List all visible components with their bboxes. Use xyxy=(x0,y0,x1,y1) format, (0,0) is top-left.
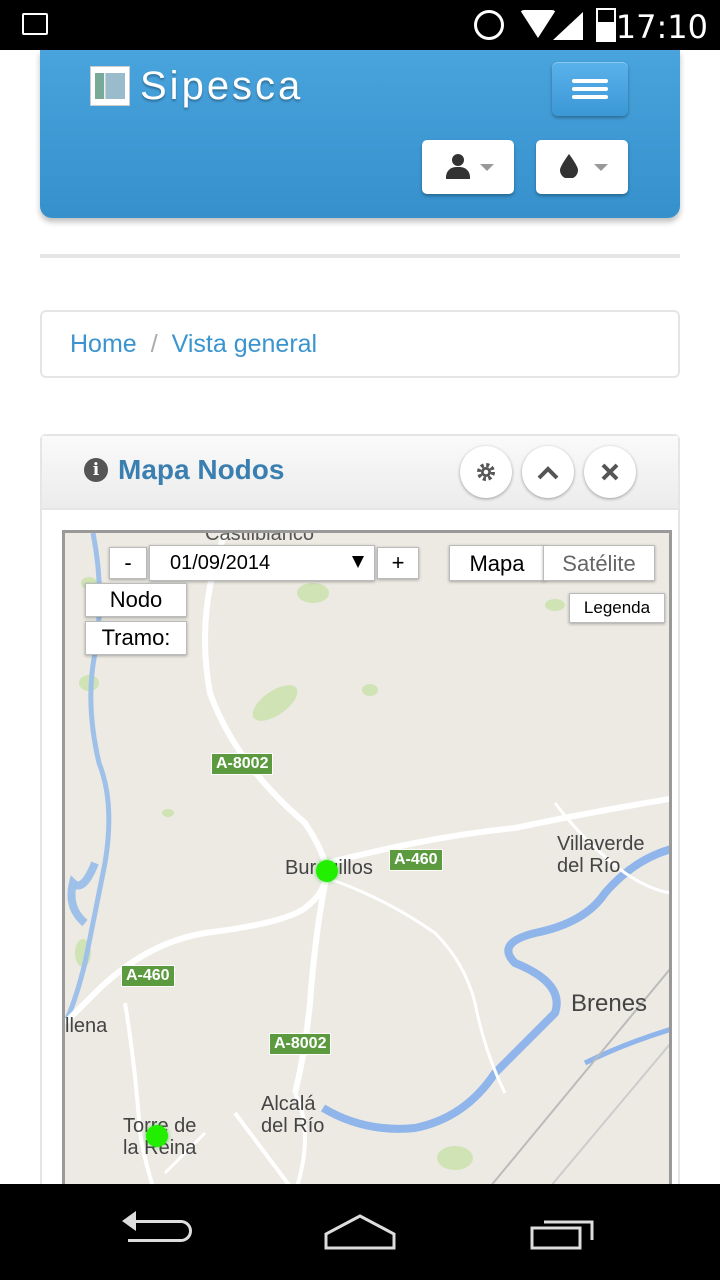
caret-down-icon xyxy=(594,164,608,171)
hamburger-icon xyxy=(572,95,608,99)
home-icon[interactable] xyxy=(324,1212,396,1252)
brand-name[interactable]: Sipesca xyxy=(140,64,303,109)
breadcrumb-home-link[interactable]: Home xyxy=(70,330,137,358)
map-label-alcala: Alcalá del Río xyxy=(261,1093,325,1137)
chevron-up-icon xyxy=(537,466,559,480)
road-badge: A-460 xyxy=(121,965,175,987)
map-label-brenes: Brenes xyxy=(571,990,648,1017)
caret-down-icon xyxy=(480,164,494,171)
divider xyxy=(40,254,680,258)
close-icon xyxy=(601,463,619,481)
status-time: 17:10 xyxy=(615,8,708,46)
date-next-button[interactable]: + xyxy=(377,547,419,579)
breadcrumb-current[interactable]: Vista general xyxy=(172,330,317,358)
hamburger-icon xyxy=(572,79,608,83)
date-value: 01/09/2014 xyxy=(170,552,271,574)
close-button[interactable] xyxy=(584,446,636,498)
water-dropdown-button[interactable] xyxy=(536,140,628,194)
user-icon xyxy=(446,154,470,180)
date-prev-button[interactable]: - xyxy=(109,547,147,579)
map-label-castilblanco: Castilblanco xyxy=(205,530,314,545)
recent-apps-icon[interactable] xyxy=(530,1214,596,1250)
battery-icon: 22 xyxy=(596,8,616,42)
tramo-button[interactable]: Tramo: xyxy=(85,621,187,655)
breadcrumb: Home / Vista general xyxy=(40,310,680,378)
info-icon: i xyxy=(84,458,108,482)
alarm-icon xyxy=(474,10,504,40)
dropdown-arrow-icon xyxy=(352,556,364,568)
collapse-button[interactable] xyxy=(522,446,574,498)
user-dropdown-button[interactable] xyxy=(422,140,514,194)
image-notification-icon xyxy=(22,13,48,35)
signal-icon xyxy=(553,12,583,40)
road-badge: A-8002 xyxy=(211,753,274,775)
settings-button[interactable] xyxy=(460,446,512,498)
nodo-button[interactable]: Nodo xyxy=(85,583,187,617)
status-bar: 22 17:10 xyxy=(0,0,720,50)
map-view[interactable]: Castilblanco Burguillos Villaverde del R… xyxy=(62,530,672,1190)
map-type-map-button[interactable]: Mapa xyxy=(449,545,545,581)
panel-header: i Mapa Nodos xyxy=(42,436,678,510)
node-marker[interactable] xyxy=(146,1125,168,1147)
header-navbar: Sipesca xyxy=(40,50,680,218)
menu-toggle-button[interactable] xyxy=(552,62,628,116)
road-badge: A-460 xyxy=(389,849,443,871)
gear-icon xyxy=(477,463,495,481)
date-select[interactable]: 01/09/2014 xyxy=(149,545,375,581)
map-label-left: llena xyxy=(65,1015,108,1037)
breadcrumb-separator: / xyxy=(150,330,158,358)
panel-title: Mapa Nodos xyxy=(118,454,285,485)
brand-logo[interactable] xyxy=(90,66,130,106)
map-label-villaverde: Villaverde del Río xyxy=(557,833,645,877)
legend-button[interactable]: Legenda xyxy=(569,593,665,623)
hamburger-icon xyxy=(572,87,608,91)
road-badge: A-8002 xyxy=(269,1033,332,1055)
wifi-icon xyxy=(520,10,556,38)
map-type-satellite-button[interactable]: Satélite xyxy=(543,545,655,581)
node-marker[interactable] xyxy=(316,860,338,882)
back-icon[interactable] xyxy=(122,1211,192,1242)
map-panel: i Mapa Nodos Castilblanco Villaverde del… xyxy=(40,434,680,1194)
battery-level: 22 xyxy=(599,10,613,24)
water-drop-icon xyxy=(560,154,578,178)
system-navigation-bar xyxy=(0,1184,720,1280)
